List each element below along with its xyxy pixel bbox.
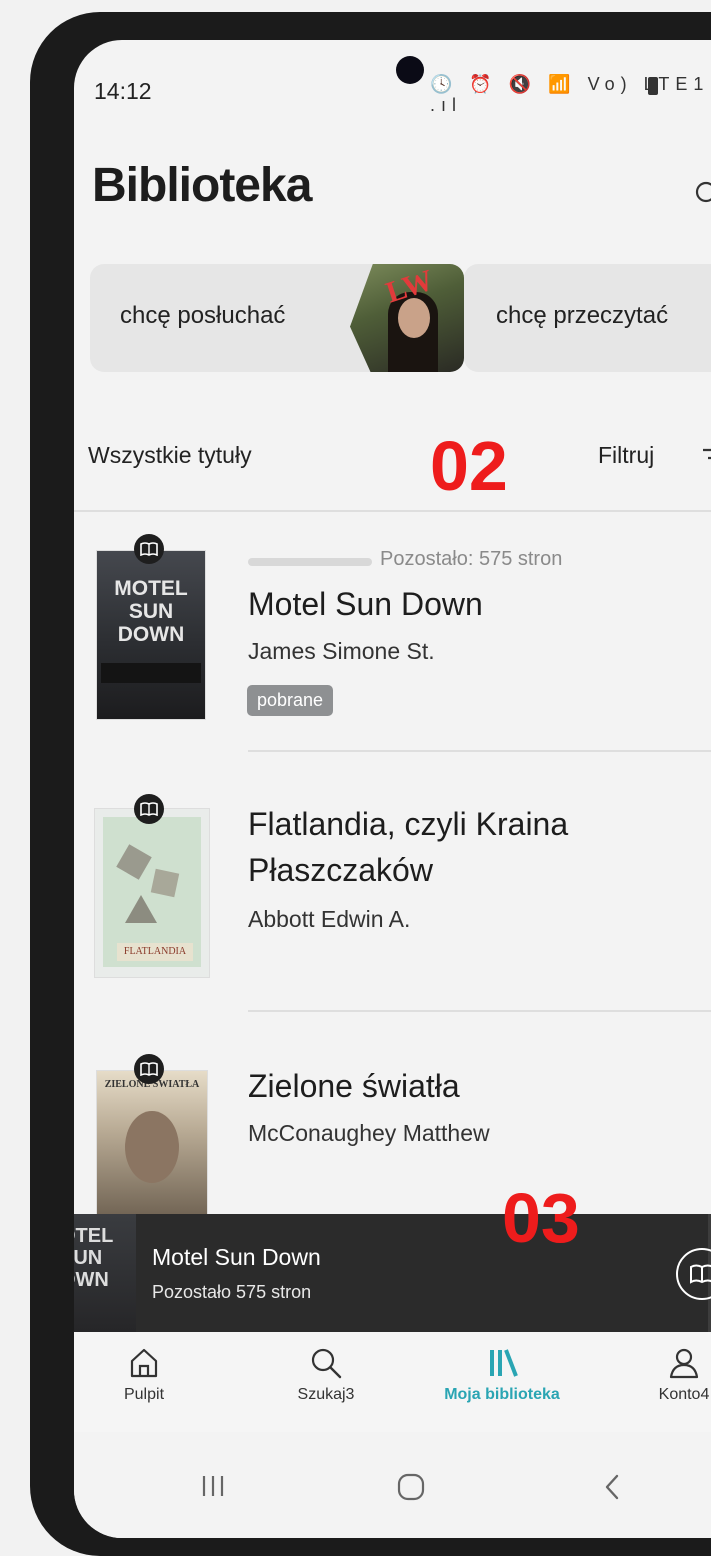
account-icon	[669, 1348, 699, 1379]
status-icons: 🕓 ⏰ 🔇 📶 Vo) LTE1 .ıl	[430, 74, 710, 115]
book-author: James Simone St.	[248, 638, 435, 664]
annotation-number: 02	[430, 427, 508, 505]
downloaded-badge: pobrane	[247, 685, 334, 716]
shelf-want-to-read[interactable]: chcę przeczytać	[464, 264, 711, 372]
book-cover: MOTEL SUN DOWN	[96, 550, 206, 720]
filter-button[interactable]: Filtruj	[598, 442, 654, 469]
status-time: 14:12	[94, 78, 152, 104]
cover-art	[125, 1111, 179, 1183]
book-title-line1: Flatlandia, czyli Kraina	[248, 806, 569, 842]
front-camera	[396, 56, 424, 84]
book-author: Abbott Edwin A.	[248, 906, 411, 932]
recent-apps-icon[interactable]	[200, 1474, 226, 1498]
nav-item-szukaj[interactable]: Szukaj3	[256, 1332, 396, 1404]
system-navigation-bar	[74, 1432, 711, 1538]
progress-bar	[248, 558, 372, 566]
search-icon[interactable]	[694, 180, 711, 210]
book-cover: FLATLANDIA	[94, 808, 210, 978]
cover-title: OTEL	[74, 1225, 114, 1247]
back-icon[interactable]	[602, 1472, 622, 1502]
cover-title: MOTEL SUN DOWN	[114, 577, 188, 646]
home-icon	[130, 1348, 158, 1378]
progress-text: Pozostało: 575 stron	[380, 548, 563, 570]
all-titles-label: Wszystkie tytuły	[88, 442, 252, 468]
search-icon	[311, 1348, 342, 1379]
cover-title: OWN	[74, 1269, 109, 1291]
app-screen: 14:12 🕓 ⏰ 🔇 📶 Vo) LTE1 .ıl Biblioteka ch…	[74, 40, 711, 1538]
open-book-icon[interactable]	[676, 1248, 711, 1300]
cover-art	[150, 868, 180, 898]
battery-icon	[648, 77, 658, 95]
book-author: McConaughey Matthew	[248, 1120, 490, 1146]
shelf-want-to-listen[interactable]: chcę posłuchać LW	[90, 264, 464, 372]
book-title: Zielone światła	[248, 1068, 460, 1104]
mini-player-title: Motel Sun Down	[152, 1244, 321, 1270]
bottom-navigation: Pulpit Szukaj3 Moja biblioteka Konto4	[74, 1332, 711, 1432]
library-icon	[490, 1349, 518, 1377]
shelf-label: chcę przeczytać	[496, 302, 669, 329]
nav-label: Szukaj3	[297, 1386, 355, 1403]
phone-frame: 14:12 🕓 ⏰ 🔇 📶 Vo) LTE1 .ıl Biblioteka ch…	[30, 12, 711, 1556]
shelf-label: chcę posłuchać	[120, 302, 286, 329]
book-title: Motel Sun Down	[248, 586, 483, 622]
nav-item-moja-biblioteka[interactable]: Moja biblioteka	[432, 1332, 572, 1404]
mini-player-subtitle: Pozostało 575 stron	[152, 1282, 312, 1302]
cover-art	[125, 895, 157, 923]
nav-label: Konto4	[658, 1386, 710, 1403]
home-button-icon[interactable]	[396, 1472, 426, 1502]
ebook-icon	[134, 534, 164, 564]
mini-player[interactable]: OTEL SUN OWN Motel Sun Down Pozostało 57…	[74, 1214, 711, 1332]
nav-item-pulpit[interactable]: Pulpit	[74, 1332, 214, 1404]
mini-player-cover: OTEL SUN OWN	[74, 1214, 136, 1332]
cover-title: SUN	[74, 1247, 103, 1269]
nav-label: Moja biblioteka	[444, 1386, 560, 1403]
page-title: Biblioteka	[92, 159, 312, 212]
cover-art	[101, 663, 201, 683]
filter-icon[interactable]	[702, 447, 711, 469]
shelf-cover-image: LW	[350, 264, 464, 372]
nav-item-konto[interactable]: Konto4	[614, 1332, 711, 1404]
ebook-icon	[134, 794, 164, 824]
nav-label: Pulpit	[123, 1386, 165, 1403]
annotation-number: 03	[502, 1179, 580, 1257]
book-cover: ZIELONE ŚWIATŁA	[96, 1070, 208, 1220]
cover-title: FLATLANDIA	[117, 943, 193, 961]
book-title-line2: Płaszczaków	[248, 852, 433, 888]
ebook-icon	[134, 1054, 164, 1084]
